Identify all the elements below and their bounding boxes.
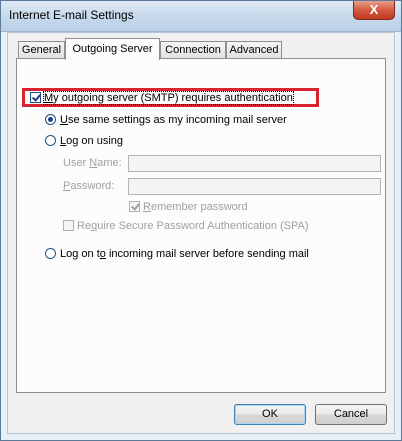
password-label: Password:: [63, 180, 115, 192]
log-on-using-radio[interactable]: [45, 135, 56, 146]
tab-outgoing-server[interactable]: Outgoing Server: [65, 38, 160, 60]
require-spa-checkbox[interactable]: [63, 220, 74, 231]
log-on-using-label: Log on using: [60, 135, 124, 147]
remember-password-checkbox[interactable]: [129, 201, 140, 212]
smtp-auth-checkbox-row[interactable]: My outgoing server (SMTP) requires authe…: [30, 91, 294, 105]
remember-password-row[interactable]: Remember password: [129, 201, 248, 213]
ok-button[interactable]: OK: [234, 404, 306, 425]
log-on-incoming-radio-row[interactable]: Log on to incoming mail server before se…: [45, 248, 309, 260]
log-on-using-radio-row[interactable]: Log on using: [45, 135, 123, 147]
smtp-auth-label: My outgoing server (SMTP) requires authe…: [43, 91, 294, 105]
use-same-settings-radio[interactable]: [45, 114, 56, 125]
dialog-body: General Outgoing Server Connection Advan…: [7, 32, 395, 434]
user-name-label: User Name:: [63, 157, 122, 169]
smtp-auth-checkbox[interactable]: [30, 92, 41, 103]
title-bar: Internet E-mail Settings X: [1, 1, 401, 32]
tab-advanced[interactable]: Advanced: [226, 41, 282, 59]
cancel-button[interactable]: Cancel: [315, 404, 387, 425]
tab-general[interactable]: General: [18, 41, 65, 59]
remember-password-label: Remember password: [143, 201, 248, 213]
log-on-incoming-label: Log on to incoming mail server before se…: [60, 248, 309, 260]
tab-connection[interactable]: Connection: [160, 41, 226, 59]
log-on-incoming-radio[interactable]: [45, 248, 56, 259]
close-button[interactable]: X: [353, 1, 395, 20]
window-title: Internet E-mail Settings: [9, 8, 134, 22]
close-icon: X: [369, 2, 379, 17]
require-spa-row[interactable]: Require Secure Password Authentication (…: [63, 220, 309, 232]
user-name-input[interactable]: [128, 155, 381, 172]
password-input[interactable]: [128, 178, 381, 195]
use-same-settings-radio-row[interactable]: Use same settings as my incoming mail se…: [45, 114, 287, 126]
require-spa-label: Require Secure Password Authentication (…: [77, 220, 309, 232]
use-same-settings-label: Use same settings as my incoming mail se…: [60, 114, 287, 126]
outgoing-server-panel: My outgoing server (SMTP) requires authe…: [16, 58, 386, 393]
email-settings-dialog: Internet E-mail Settings X General Outgo…: [0, 0, 402, 441]
